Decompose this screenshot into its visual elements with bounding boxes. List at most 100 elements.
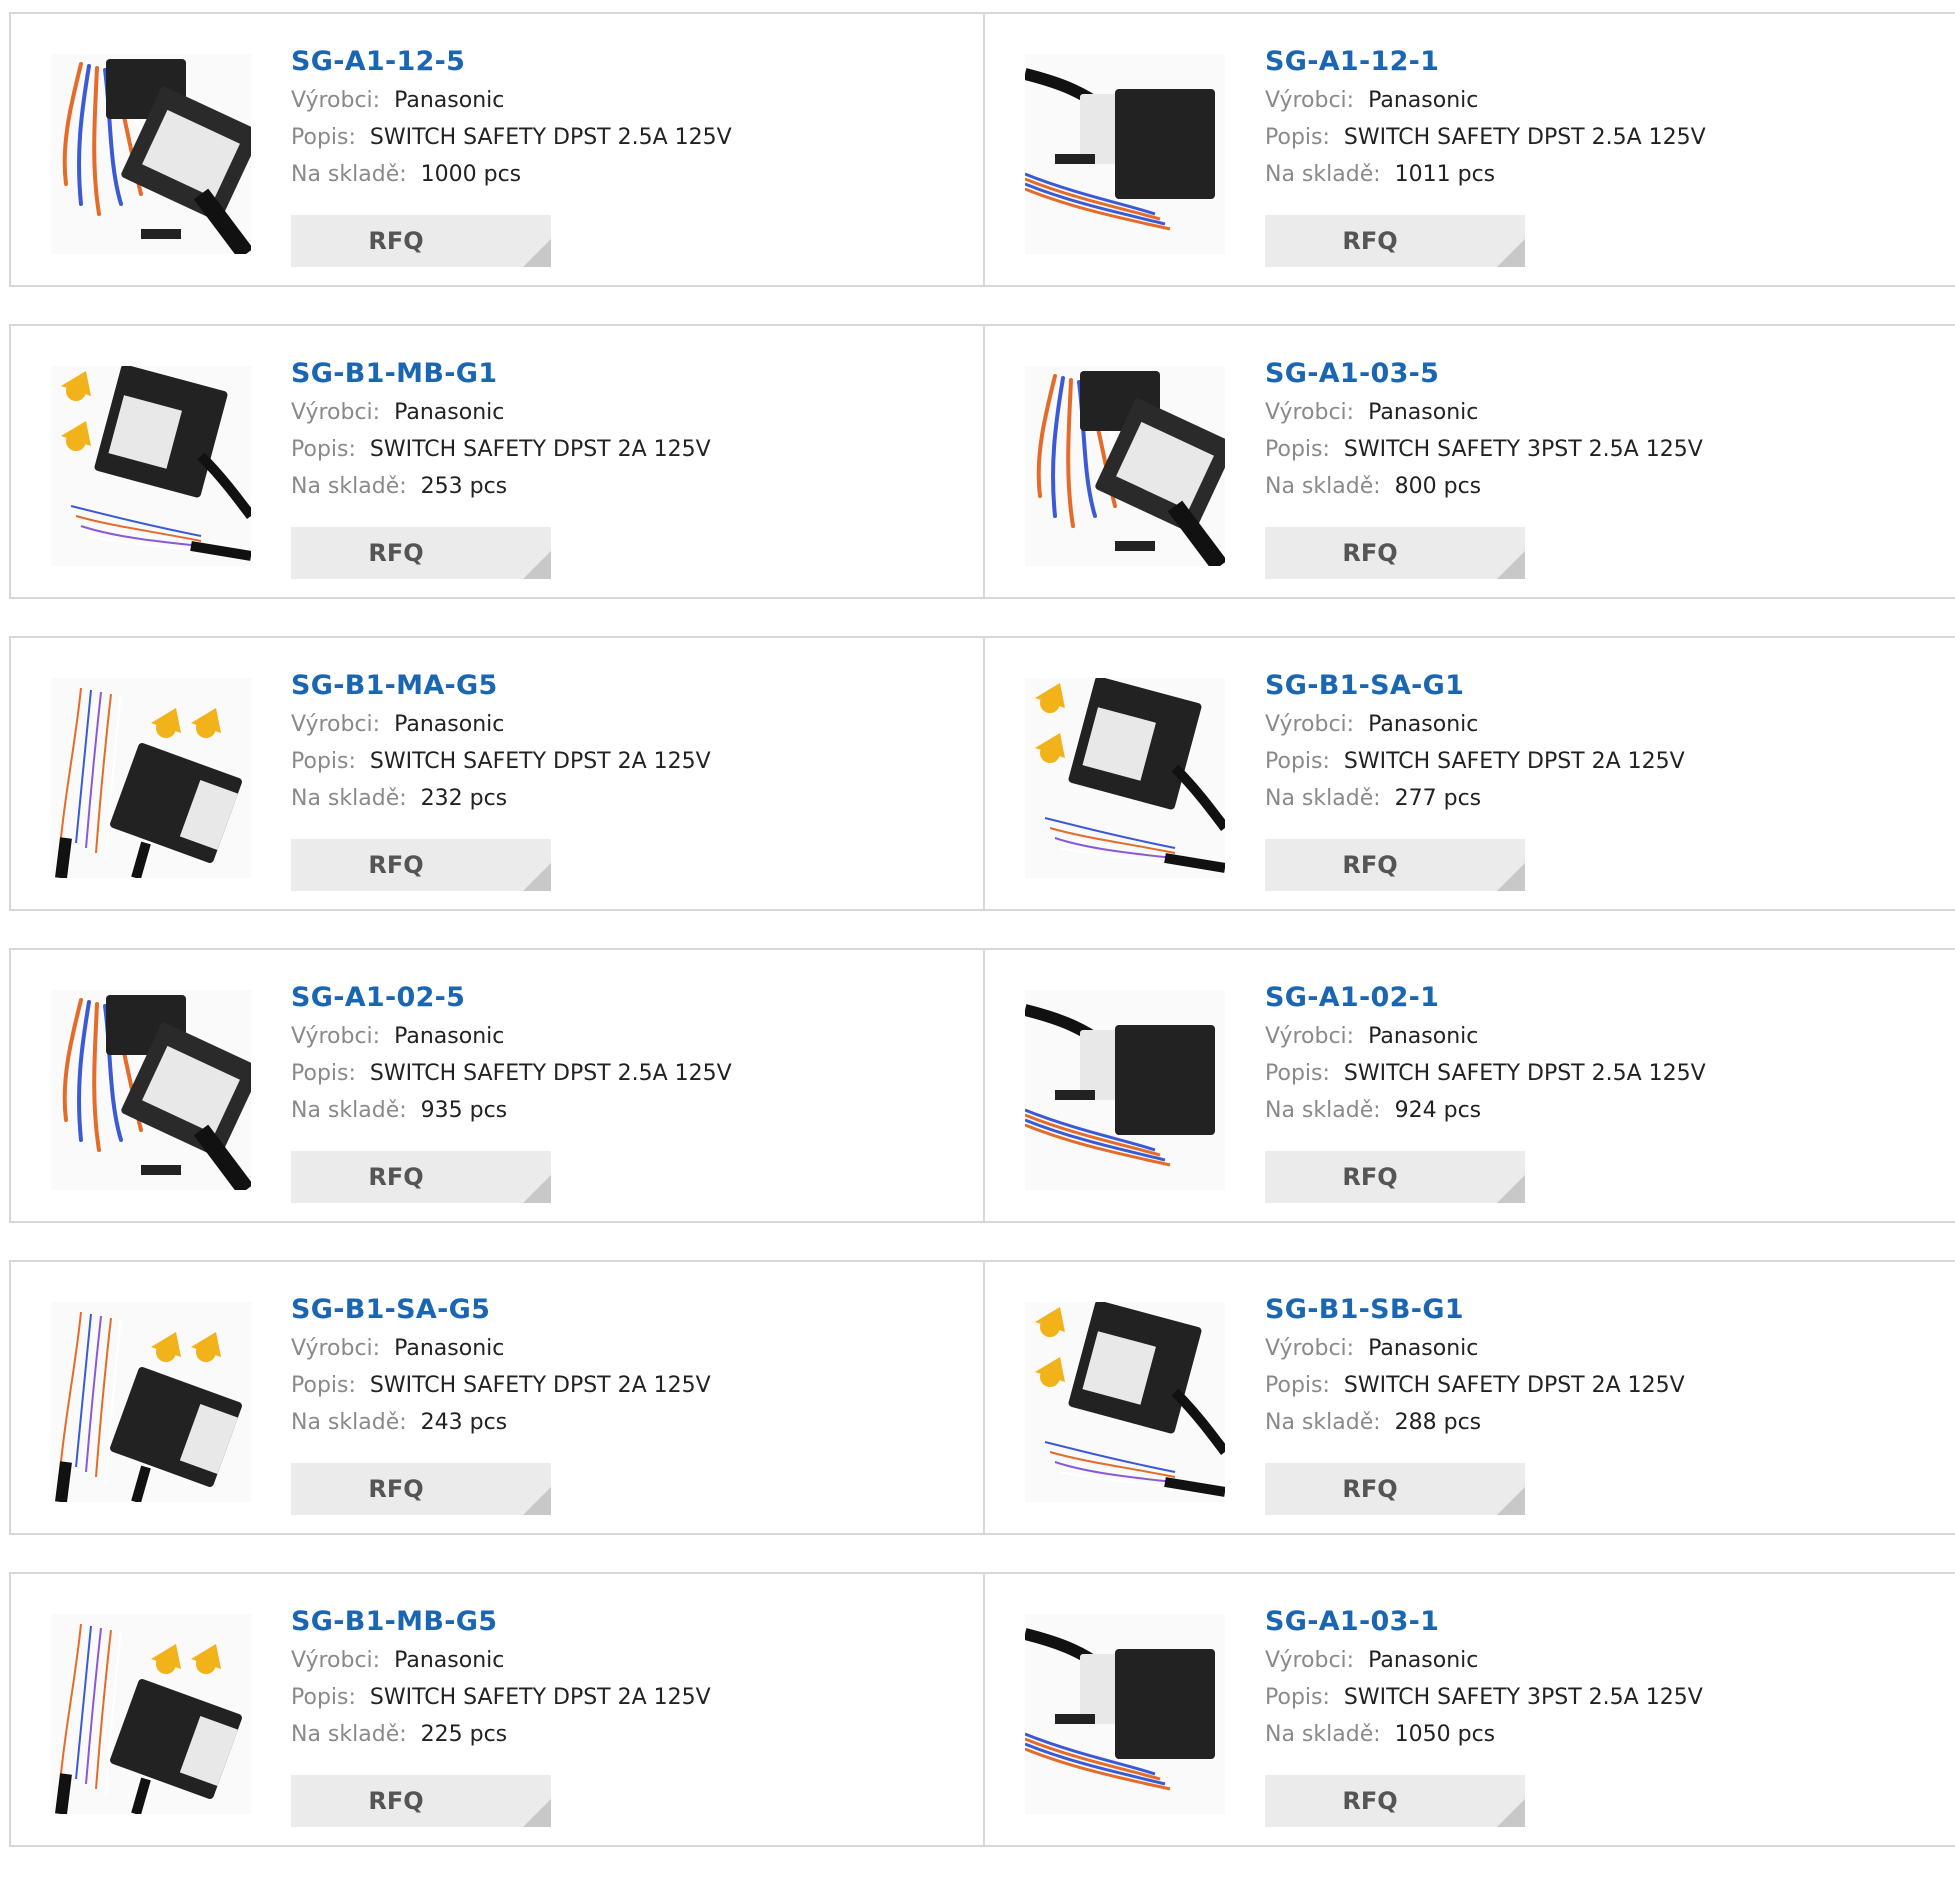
part-number-link[interactable]: SG-A1-12-1 <box>1265 42 1706 82</box>
product-image[interactable] <box>51 366 251 566</box>
rfq-button[interactable]: RFQ <box>1265 1775 1525 1827</box>
stock-value: 1000 pcs <box>420 162 522 187</box>
product-info: SG-B1-SA-G1 Výrobci: Panasonic Popis: SWIT… <box>1265 666 1685 817</box>
stock-value: 924 pcs <box>1394 1098 1482 1123</box>
product-card: SG-A1-02-1 Výrobci: Panasonic Popis: SWITC… <box>983 950 1955 1221</box>
manufacturer-label: Výrobci: <box>291 1336 381 1361</box>
product-image[interactable] <box>1025 990 1225 1190</box>
stock-label: Na skladě: <box>291 1722 407 1747</box>
product-image[interactable] <box>1025 678 1225 878</box>
product-image[interactable] <box>51 678 251 878</box>
rfq-button[interactable]: RFQ <box>291 1775 551 1827</box>
part-number-link[interactable]: SG-B1-MB-G5 <box>291 1602 711 1642</box>
stock-row: Na skladě: 277 pcs <box>1265 780 1685 817</box>
product-grid: SG-A1-12-5 Výrobci: Panasonic Popis: SWITC… <box>9 12 1955 1884</box>
stock-row: Na skladě: 253 pcs <box>291 468 711 505</box>
description-label: Popis: <box>291 1373 356 1398</box>
stock-label: Na skladě: <box>291 162 407 187</box>
stock-value: 277 pcs <box>1394 786 1482 811</box>
part-number-link[interactable]: SG-A1-02-5 <box>291 978 732 1018</box>
stock-row: Na skladě: 288 pcs <box>1265 1404 1685 1441</box>
stock-label: Na skladě: <box>1265 786 1381 811</box>
safety-switch-vertical-image <box>1036 371 1225 566</box>
product-image[interactable] <box>51 1614 251 1814</box>
part-number-link[interactable]: SG-B1-SB-G1 <box>1265 1290 1685 1330</box>
rfq-button[interactable]: RFQ <box>1265 215 1525 267</box>
part-number-link[interactable]: SG-B1-SA-G1 <box>1265 666 1685 706</box>
product-image[interactable] <box>51 1302 251 1502</box>
corner-triangle-icon <box>1497 239 1525 267</box>
product-image[interactable] <box>1025 1302 1225 1502</box>
description-row: Popis: SWITCH SAFETY DPST 2.5A 125V <box>1265 119 1706 156</box>
corner-triangle-icon <box>523 1487 551 1515</box>
product-image[interactable] <box>51 990 251 1190</box>
rfq-button[interactable]: RFQ <box>291 215 551 267</box>
stock-label: Na skladě: <box>291 1410 407 1435</box>
part-number-link[interactable]: SG-A1-12-5 <box>291 42 732 82</box>
stock-value: 232 pcs <box>420 786 508 811</box>
description-row: Popis: SWITCH SAFETY DPST 2A 125V <box>291 1679 711 1716</box>
product-row: SG-B1-MB-G1 Výrobci: Panasonic Popis: SWIT… <box>9 324 1955 599</box>
description-row: Popis: SWITCH SAFETY DPST 2A 125V <box>291 431 711 468</box>
stock-label: Na skladě: <box>1265 474 1381 499</box>
product-image[interactable] <box>1025 1614 1225 1814</box>
safety-switch-horizontal-image <box>1025 1628 1215 1791</box>
description-value: SWITCH SAFETY DPST 2A 125V <box>369 1685 711 1710</box>
stock-label: Na skladě: <box>291 474 407 499</box>
rfq-label: RFQ <box>368 227 424 255</box>
rfq-button[interactable]: RFQ <box>1265 1151 1525 1203</box>
product-card: SG-A1-02-5 Výrobci: Panasonic Popis: SWITC… <box>11 950 983 1221</box>
description-value: SWITCH SAFETY DPST 2A 125V <box>1343 749 1685 774</box>
product-row: SG-B1-MA-G5 Výrobci: Panasonic Popis: SWIT… <box>9 636 1955 911</box>
stock-value: 288 pcs <box>1394 1410 1482 1435</box>
stock-label: Na skladě: <box>1265 1722 1381 1747</box>
stock-value: 935 pcs <box>420 1098 508 1123</box>
product-info: SG-A1-12-1 Výrobci: Panasonic Popis: SWITC… <box>1265 42 1706 193</box>
product-image[interactable] <box>51 54 251 254</box>
description-value: SWITCH SAFETY DPST 2A 125V <box>369 749 711 774</box>
rfq-label: RFQ <box>368 1163 424 1191</box>
rfq-button[interactable]: RFQ <box>291 839 551 891</box>
manufacturer-label: Výrobci: <box>1265 88 1355 113</box>
safety-switch-keys-image <box>1035 678 1225 873</box>
part-number-link[interactable]: SG-B1-MA-G5 <box>291 666 711 706</box>
stock-value: 225 pcs <box>420 1722 508 1747</box>
manufacturer-label: Výrobci: <box>1265 1648 1355 1673</box>
product-image[interactable] <box>1025 54 1225 254</box>
stock-label: Na skladě: <box>1265 1410 1381 1435</box>
part-number-link[interactable]: SG-B1-SA-G5 <box>291 1290 711 1330</box>
product-row: SG-B1-MB-G5 Výrobci: Panasonic Popis: SWIT… <box>9 1572 1955 1847</box>
rfq-button[interactable]: RFQ <box>291 1151 551 1203</box>
stock-value: 243 pcs <box>420 1410 508 1435</box>
rfq-button[interactable]: RFQ <box>1265 527 1525 579</box>
stock-row: Na skladě: 232 pcs <box>291 780 711 817</box>
product-image[interactable] <box>1025 366 1225 566</box>
part-number-link[interactable]: SG-A1-03-5 <box>1265 354 1703 394</box>
corner-triangle-icon <box>523 551 551 579</box>
corner-triangle-icon <box>1497 863 1525 891</box>
part-number-link[interactable]: SG-A1-02-1 <box>1265 978 1706 1018</box>
rfq-button[interactable]: RFQ <box>291 527 551 579</box>
corner-triangle-icon <box>523 239 551 267</box>
corner-triangle-icon <box>1497 551 1525 579</box>
description-label: Popis: <box>291 749 356 774</box>
part-number-link[interactable]: SG-A1-03-1 <box>1265 1602 1703 1642</box>
manufacturer-label: Výrobci: <box>291 400 381 425</box>
product-info: SG-A1-03-1 Výrobci: Panasonic Popis: SWITC… <box>1265 1602 1703 1753</box>
rfq-button[interactable]: RFQ <box>1265 839 1525 891</box>
stock-label: Na skladě: <box>1265 1098 1381 1123</box>
stock-value: 1011 pcs <box>1394 162 1496 187</box>
rfq-button[interactable]: RFQ <box>291 1463 551 1515</box>
product-card: SG-A1-03-5 Výrobci: Panasonic Popis: SWITC… <box>983 326 1955 597</box>
manufacturer-value: Panasonic <box>394 1336 505 1361</box>
rfq-button[interactable]: RFQ <box>1265 1463 1525 1515</box>
corner-triangle-icon <box>1497 1175 1525 1203</box>
stock-value: 253 pcs <box>420 474 508 499</box>
rfq-label: RFQ <box>368 539 424 567</box>
manufacturer-value: Panasonic <box>394 1024 505 1049</box>
manufacturer-label: Výrobci: <box>291 1648 381 1673</box>
product-info: SG-A1-02-5 Výrobci: Panasonic Popis: SWITC… <box>291 978 732 1129</box>
part-number-link[interactable]: SG-B1-MB-G1 <box>291 354 711 394</box>
product-info: SG-B1-SB-G1 Výrobci: Panasonic Popis: SWIT… <box>1265 1290 1685 1441</box>
product-card: SG-B1-MB-G5 Výrobci: Panasonic Popis: SWIT… <box>11 1574 983 1845</box>
